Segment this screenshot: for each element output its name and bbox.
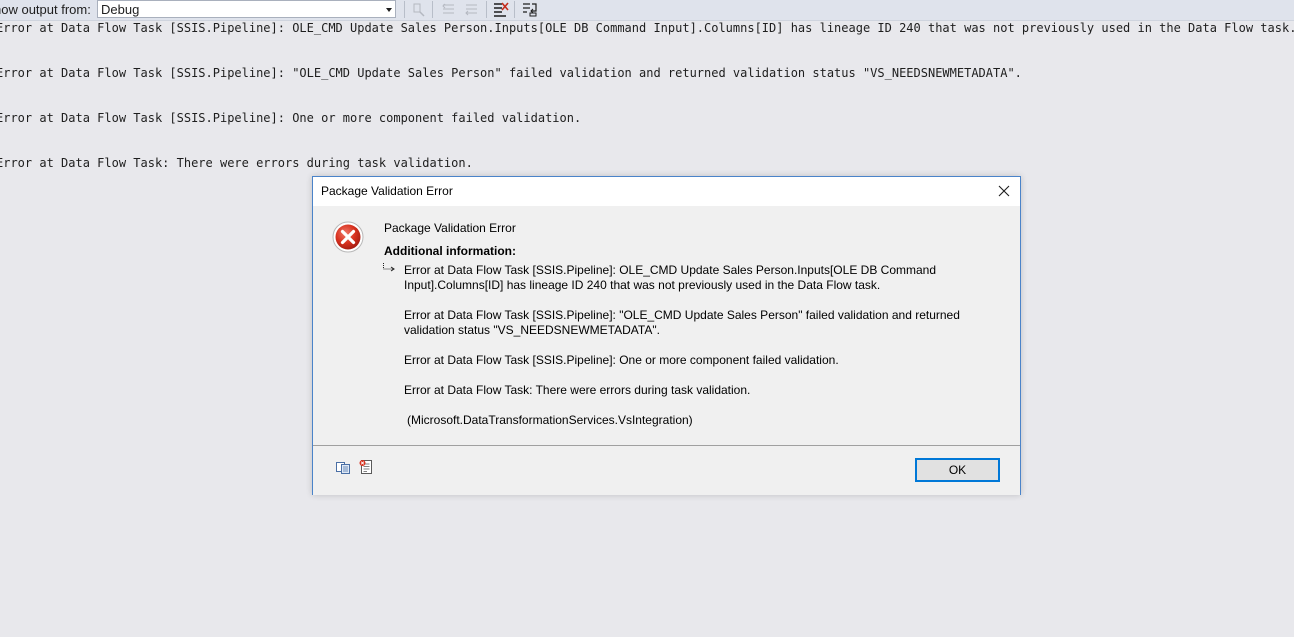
output-source-dropdown[interactable]: Debug xyxy=(97,0,396,18)
dialog-title: Package Validation Error xyxy=(321,184,453,198)
next-message-button[interactable] xyxy=(463,1,481,18)
error-icon xyxy=(332,221,364,253)
dialog-body: Package Validation Error Additional info… xyxy=(313,206,1020,444)
additional-information-label: Additional information: xyxy=(384,244,516,258)
show-technical-details-button[interactable] xyxy=(358,459,374,475)
detail-message: Error at Data Flow Task [SSIS.Pipeline]:… xyxy=(404,308,960,337)
copy-icon xyxy=(336,462,350,474)
ok-button[interactable]: OK xyxy=(915,458,1000,482)
detail-message: Error at Data Flow Task [SSIS.Pipeline]:… xyxy=(404,353,839,367)
detail-message: Error at Data Flow Task [SSIS.Pipeline]:… xyxy=(404,263,937,292)
clear-all-icon xyxy=(494,2,509,17)
dialog-footer: OK xyxy=(313,445,1020,495)
toolbar-separator xyxy=(404,1,405,18)
toolbar-separator xyxy=(486,1,487,18)
technical-details-icon xyxy=(359,460,372,474)
error-source: (Microsoft.DataTransformationServices.Vs… xyxy=(407,413,693,427)
copy-message-button[interactable] xyxy=(335,459,351,475)
toggle-word-wrap-button[interactable] xyxy=(521,1,539,18)
package-validation-error-dialog: Package Validation Error Package Validat… xyxy=(312,176,1021,495)
output-line: Error at Data Flow Task [SSIS.Pipeline]:… xyxy=(0,21,1294,35)
chevron-down-icon[interactable] xyxy=(386,8,392,12)
error-heading: Package Validation Error xyxy=(384,221,516,235)
output-line: Error at Data Flow Task [SSIS.Pipeline]:… xyxy=(0,111,582,125)
next-message-icon xyxy=(465,4,477,16)
show-output-from-label: how output from: xyxy=(0,2,91,17)
toolbar-separator xyxy=(432,1,433,18)
detail-message: Error at Data Flow Task: There were erro… xyxy=(404,383,751,397)
output-toolbar: how output from: Debug xyxy=(0,0,1294,21)
find-message-icon xyxy=(413,3,425,17)
dialog-titlebar[interactable]: Package Validation Error xyxy=(313,177,1020,206)
close-button[interactable] xyxy=(994,181,1014,201)
close-icon xyxy=(998,185,1010,197)
tree-arrow-icon xyxy=(382,261,396,273)
word-wrap-icon xyxy=(523,3,537,17)
toolbar-separator xyxy=(514,1,515,18)
clear-all-button[interactable] xyxy=(492,1,510,18)
output-line: Error at Data Flow Task [SSIS.Pipeline]:… xyxy=(0,66,1022,80)
output-source-value: Debug xyxy=(101,2,140,17)
previous-message-button[interactable] xyxy=(440,1,458,18)
output-line: Error at Data Flow Task: There were erro… xyxy=(0,156,473,170)
find-message-button[interactable] xyxy=(410,1,428,18)
previous-message-icon xyxy=(442,3,454,14)
visual-studio-output-window: how output from: Debug Error at Data Flo… xyxy=(0,0,1294,637)
